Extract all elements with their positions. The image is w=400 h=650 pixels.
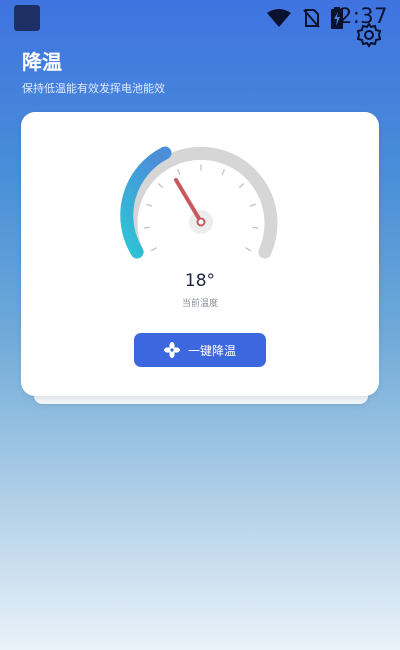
wifi-icon (267, 9, 291, 27)
gauge-tick (221, 169, 225, 176)
status-icons (266, 7, 344, 29)
gauge-tick (146, 203, 153, 207)
gauge-tick (143, 226, 150, 229)
gauge-pivot (196, 217, 206, 227)
no-sim-icon (303, 9, 320, 28)
fan-icon (163, 342, 180, 358)
cooling-card: 18° 当前温度 一键降温 (21, 112, 379, 396)
app-notification-icon (14, 5, 40, 31)
one-click-cool-label: 一键降温 (187, 343, 236, 358)
gauge-tick (177, 169, 181, 176)
gauge-tick (252, 226, 259, 229)
gauge-tick (238, 183, 245, 188)
page-subtitle: 保持低温能有效发挥电池能效 (22, 82, 165, 95)
gauge-tick (157, 183, 164, 188)
one-click-cool-button[interactable]: 一键降温 (134, 333, 266, 367)
gauge-tick (150, 247, 157, 252)
gauge-ticks (143, 164, 259, 252)
gauge-needle (174, 178, 203, 224)
gauge-tick (245, 247, 252, 252)
page-title: 降温 (22, 50, 62, 74)
current-temperature: 18° (184, 271, 216, 291)
temperature-gauge (120, 146, 278, 259)
settings-icon[interactable] (356, 22, 382, 48)
gauge-tick (249, 203, 256, 207)
status-bar: 2:37 (0, 0, 400, 36)
current-temperature-label: 当前温度 (181, 299, 218, 309)
